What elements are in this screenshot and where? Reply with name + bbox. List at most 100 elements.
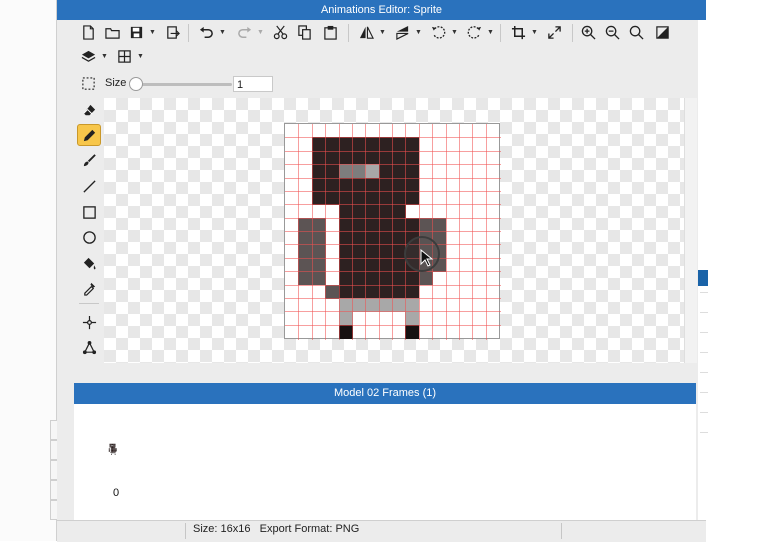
sprite-pixel[interactable] bbox=[392, 164, 406, 179]
export-icon[interactable] bbox=[162, 22, 182, 42]
sprite-pixel[interactable] bbox=[392, 231, 406, 245]
rotate-ccw-icon[interactable] bbox=[428, 22, 448, 42]
ellipse-icon[interactable] bbox=[77, 226, 101, 248]
frame-thumbnail[interactable] bbox=[108, 441, 120, 457]
sprite-pixel[interactable] bbox=[365, 177, 380, 192]
grid-icon[interactable] bbox=[114, 46, 134, 66]
contrast-icon[interactable] bbox=[652, 22, 672, 42]
sprite-pixel[interactable] bbox=[378, 190, 393, 205]
sprite-pixel[interactable] bbox=[351, 244, 366, 259]
grid-caret-icon[interactable]: ▼ bbox=[137, 53, 144, 60]
sprite-pixel[interactable] bbox=[378, 137, 393, 152]
new-file-icon[interactable] bbox=[78, 22, 98, 42]
sprite-pixel[interactable] bbox=[311, 137, 326, 152]
flip-horizontal-icon[interactable] bbox=[356, 22, 376, 42]
eraser-icon[interactable] bbox=[77, 99, 101, 121]
sprite-pixel[interactable] bbox=[325, 190, 340, 205]
sprite-pixel[interactable] bbox=[351, 217, 366, 232]
sprite-pixel[interactable] bbox=[405, 217, 420, 232]
panel-splitter[interactable] bbox=[74, 363, 696, 383]
sprite-pixel[interactable] bbox=[392, 137, 406, 152]
sprite-pixel[interactable] bbox=[365, 297, 380, 312]
sprite-pixel[interactable] bbox=[365, 284, 380, 299]
sprite-pixel[interactable] bbox=[351, 164, 366, 179]
sprite-pixel[interactable] bbox=[311, 190, 326, 205]
size-slider[interactable] bbox=[133, 83, 232, 86]
sprite-pixel[interactable] bbox=[365, 204, 380, 219]
sprite-pixel[interactable] bbox=[392, 257, 406, 272]
sprite-pixel[interactable] bbox=[338, 244, 353, 259]
sprite-pixel[interactable] bbox=[351, 137, 366, 152]
sprite-pixel[interactable] bbox=[405, 284, 420, 299]
sprite-pixel[interactable] bbox=[392, 190, 406, 205]
sprite-pixel-grid[interactable] bbox=[284, 123, 501, 340]
sprite-pixel[interactable] bbox=[351, 271, 366, 286]
sprite-pixel[interactable] bbox=[378, 217, 393, 232]
sprite-pixel[interactable] bbox=[338, 257, 353, 272]
sprite-pixel[interactable] bbox=[338, 271, 353, 286]
sprite-pixel[interactable] bbox=[351, 257, 366, 272]
undo-caret-icon[interactable]: ▼ bbox=[219, 29, 226, 36]
copy-icon[interactable] bbox=[294, 22, 314, 42]
flip-horizontal-caret-icon[interactable]: ▼ bbox=[379, 29, 386, 36]
cut-icon[interactable] bbox=[270, 22, 290, 42]
sprite-pixel[interactable] bbox=[405, 311, 420, 326]
sprite-pixel[interactable] bbox=[311, 164, 326, 179]
brush-icon[interactable] bbox=[77, 149, 101, 171]
sprite-pixel[interactable] bbox=[405, 150, 420, 165]
sprite-pixel[interactable] bbox=[338, 150, 353, 165]
redo-caret-icon[interactable]: ▼ bbox=[257, 29, 264, 36]
size-slider-thumb[interactable] bbox=[129, 77, 143, 91]
sprite-pixel[interactable] bbox=[378, 164, 393, 179]
sprite-pixel[interactable] bbox=[392, 177, 406, 192]
flip-vertical-caret-icon[interactable]: ▼ bbox=[415, 29, 422, 36]
sprite-pixel[interactable] bbox=[378, 257, 393, 272]
sprite-pixel[interactable] bbox=[325, 137, 340, 152]
line-icon[interactable] bbox=[77, 175, 101, 197]
sprite-pixel[interactable] bbox=[378, 204, 393, 219]
sprite-pixel[interactable] bbox=[311, 257, 326, 272]
sprite-pixel[interactable] bbox=[405, 190, 420, 205]
sprite-pixel[interactable] bbox=[378, 244, 393, 259]
sprite-pixel[interactable] bbox=[392, 204, 406, 219]
undo-icon[interactable] bbox=[196, 22, 216, 42]
sprite-pixel[interactable] bbox=[351, 297, 366, 312]
sprite-pixel[interactable] bbox=[311, 244, 326, 259]
sprite-pixel[interactable] bbox=[338, 177, 353, 192]
sprite-pixel[interactable] bbox=[298, 271, 313, 286]
save-caret-icon[interactable]: ▼ bbox=[149, 29, 156, 36]
sprite-pixel[interactable] bbox=[338, 164, 353, 179]
redo-icon[interactable] bbox=[234, 22, 254, 42]
sprite-pixel[interactable] bbox=[311, 177, 326, 192]
sprite-pixel[interactable] bbox=[405, 297, 420, 312]
sprite-pixel[interactable] bbox=[418, 271, 433, 286]
sprite-pixel[interactable] bbox=[351, 190, 366, 205]
sprite-pixel[interactable] bbox=[298, 257, 313, 272]
sprite-pixel[interactable] bbox=[338, 217, 353, 232]
sprite-pixel[interactable] bbox=[365, 150, 380, 165]
sprite-pixel[interactable] bbox=[325, 164, 340, 179]
sprite-pixel[interactable] bbox=[405, 324, 420, 339]
sprite-pixel[interactable] bbox=[351, 177, 366, 192]
rectangle-icon[interactable] bbox=[77, 201, 101, 223]
sprite-pixel[interactable] bbox=[311, 150, 326, 165]
sprite-pixel[interactable] bbox=[311, 231, 326, 245]
resize-icon[interactable] bbox=[544, 22, 564, 42]
sprite-pixel[interactable] bbox=[351, 284, 366, 299]
sprite-pixel[interactable] bbox=[351, 231, 366, 245]
rotate-cw-caret-icon[interactable]: ▼ bbox=[487, 29, 494, 36]
sprite-pixel[interactable] bbox=[311, 271, 326, 286]
sprite-pixel[interactable] bbox=[365, 137, 380, 152]
sprite-pixel[interactable] bbox=[405, 271, 420, 286]
pencil-icon[interactable] bbox=[77, 124, 101, 146]
sprite-pixel[interactable] bbox=[378, 231, 393, 245]
sprite-pixel[interactable] bbox=[365, 190, 380, 205]
eyedropper-icon[interactable] bbox=[77, 277, 101, 299]
sprite-pixel[interactable] bbox=[378, 271, 393, 286]
layers-caret-icon[interactable]: ▼ bbox=[101, 53, 108, 60]
sprite-pixel[interactable] bbox=[338, 204, 353, 219]
sprite-pixel[interactable] bbox=[378, 297, 393, 312]
sprite-pixel[interactable] bbox=[338, 324, 353, 339]
sprite-pixel[interactable] bbox=[378, 177, 393, 192]
layers-icon[interactable] bbox=[78, 46, 98, 66]
